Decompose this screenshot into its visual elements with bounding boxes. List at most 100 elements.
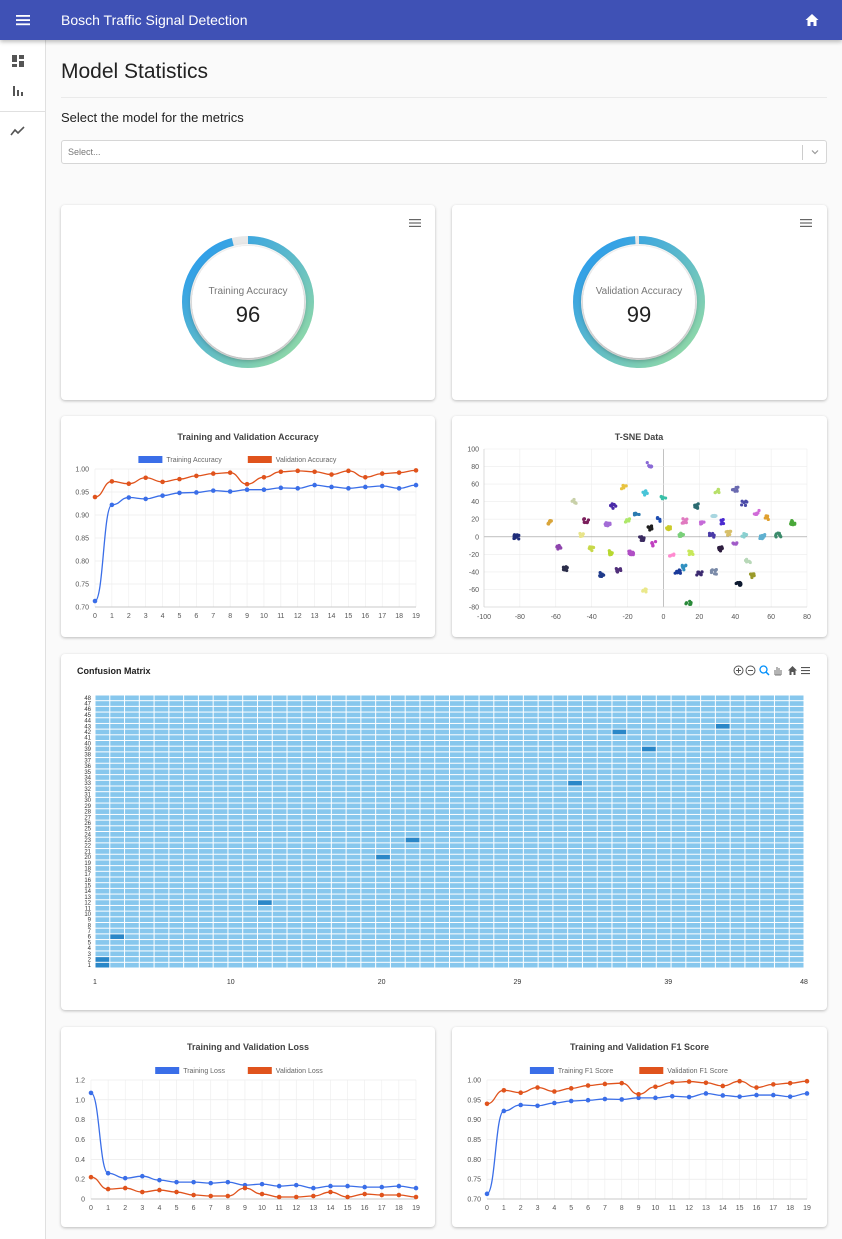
data-point	[518, 1090, 523, 1095]
heatmap-cell	[671, 775, 686, 780]
heatmap-cell	[169, 940, 184, 945]
heatmap-cell	[110, 957, 125, 962]
heatmap-cell	[302, 917, 317, 922]
heatmap-cell	[435, 940, 449, 945]
home-icon[interactable]	[804, 12, 820, 28]
heatmap-cell	[701, 945, 715, 951]
model-select[interactable]: Select...	[61, 140, 827, 164]
heatmap-cell	[656, 803, 671, 809]
menu-icon[interactable]	[14, 12, 32, 28]
heatmap-cell	[627, 832, 642, 837]
heatmap-cell	[213, 797, 228, 803]
heatmap-cell	[213, 928, 228, 934]
heatmap-cell	[760, 763, 774, 769]
heatmap-cell	[686, 797, 701, 803]
heatmap-cell	[774, 923, 789, 928]
heatmap-cell	[257, 797, 272, 803]
scatter-point	[624, 519, 628, 524]
data-point	[244, 487, 250, 492]
heatmap-cell	[287, 905, 302, 911]
chevron-down-icon[interactable]	[810, 147, 820, 157]
heatmap-cell	[582, 706, 597, 712]
heatmap-cell	[568, 894, 582, 900]
dashboard-icon[interactable]	[10, 53, 26, 69]
y-tick-label: 45	[84, 713, 91, 719]
heatmap-cell	[464, 928, 479, 934]
app-title: Bosch Traffic Signal Detection	[61, 12, 248, 28]
card-menu-icon[interactable]	[800, 218, 812, 228]
heatmap-cell	[671, 769, 686, 775]
heatmap-cell	[686, 780, 701, 786]
scatter-point	[578, 531, 582, 536]
heatmap-cell	[760, 809, 774, 814]
heatmap-cell	[701, 723, 715, 729]
heatmap-cell	[287, 746, 302, 752]
heatmap-cell	[257, 718, 272, 723]
heatmap-cell	[774, 797, 789, 803]
heatmap-cell	[553, 934, 568, 940]
heatmap-cell	[789, 712, 804, 718]
heatmap-cell	[671, 758, 686, 763]
heatmap-cell	[331, 928, 346, 934]
heatmap-cell	[420, 900, 435, 905]
scatter-point	[658, 519, 662, 523]
heatmap-cell	[272, 797, 287, 803]
heatmap-cell	[184, 934, 198, 940]
y-tick-label: -60	[469, 587, 479, 594]
heatmap-cell	[671, 849, 686, 854]
scatter-point	[756, 511, 760, 515]
heatmap-cell	[110, 786, 125, 792]
heatmap-cell	[612, 911, 627, 917]
heatmap-cell	[745, 894, 760, 900]
heatmap-cell	[509, 803, 523, 809]
heatmap-cell	[435, 962, 449, 968]
heatmap-cell	[184, 866, 198, 871]
loss-line-chart: Training and Validation LossTraining Los…	[75, 1042, 420, 1212]
y-tick-label: 19	[84, 861, 91, 867]
f1-line-chart: Training and Validation F1 ScoreTraining…	[467, 1042, 811, 1212]
heatmap-cell	[715, 883, 730, 888]
heatmap-cell	[420, 723, 435, 729]
scatter-point	[700, 570, 704, 574]
heatmap-cell	[361, 826, 376, 831]
heatmap-cell	[125, 860, 139, 866]
heatmap-cell	[184, 741, 198, 746]
heatmap-cell	[154, 923, 169, 928]
trending-icon[interactable]	[10, 123, 26, 139]
scatter-point	[609, 503, 613, 508]
heatmap-cell	[671, 706, 686, 712]
card-menu-icon[interactable]	[409, 218, 421, 228]
heatmap-cell	[125, 718, 139, 723]
heatmap-cell	[125, 769, 139, 775]
heatmap-cell	[568, 780, 582, 786]
heatmap-cell	[331, 854, 346, 860]
bar-chart-icon[interactable]	[10, 83, 26, 99]
heatmap-cell	[568, 746, 582, 752]
heatmap-cell	[789, 849, 804, 854]
heatmap-cell	[95, 883, 110, 888]
heatmap-cell	[494, 871, 509, 877]
heatmap-cell	[701, 803, 715, 809]
x-tick-label: 0	[661, 614, 665, 621]
heatmap-cell	[154, 900, 169, 905]
heatmap-cell	[272, 837, 287, 843]
heatmap-cell	[715, 888, 730, 894]
heatmap-cell	[686, 803, 701, 809]
heatmap-cell	[287, 871, 302, 877]
heatmap-cell	[612, 883, 627, 888]
x-tick-label: 1	[110, 613, 114, 620]
heatmap-cell	[420, 837, 435, 843]
data-point	[177, 490, 182, 496]
heatmap-cell	[287, 735, 302, 740]
x-tick-label: 0	[89, 1205, 93, 1212]
heatmap-cell	[568, 758, 582, 763]
data-point	[261, 474, 267, 480]
heatmap-cell	[95, 826, 110, 831]
y-tick-label: 28	[84, 810, 91, 816]
heatmap-cell	[745, 826, 760, 831]
heatmap-cell	[760, 746, 774, 752]
heatmap-cell	[302, 900, 317, 905]
heatmap-cell	[257, 701, 272, 706]
heatmap-cell	[287, 883, 302, 888]
y-tick-label: 29	[84, 804, 91, 810]
